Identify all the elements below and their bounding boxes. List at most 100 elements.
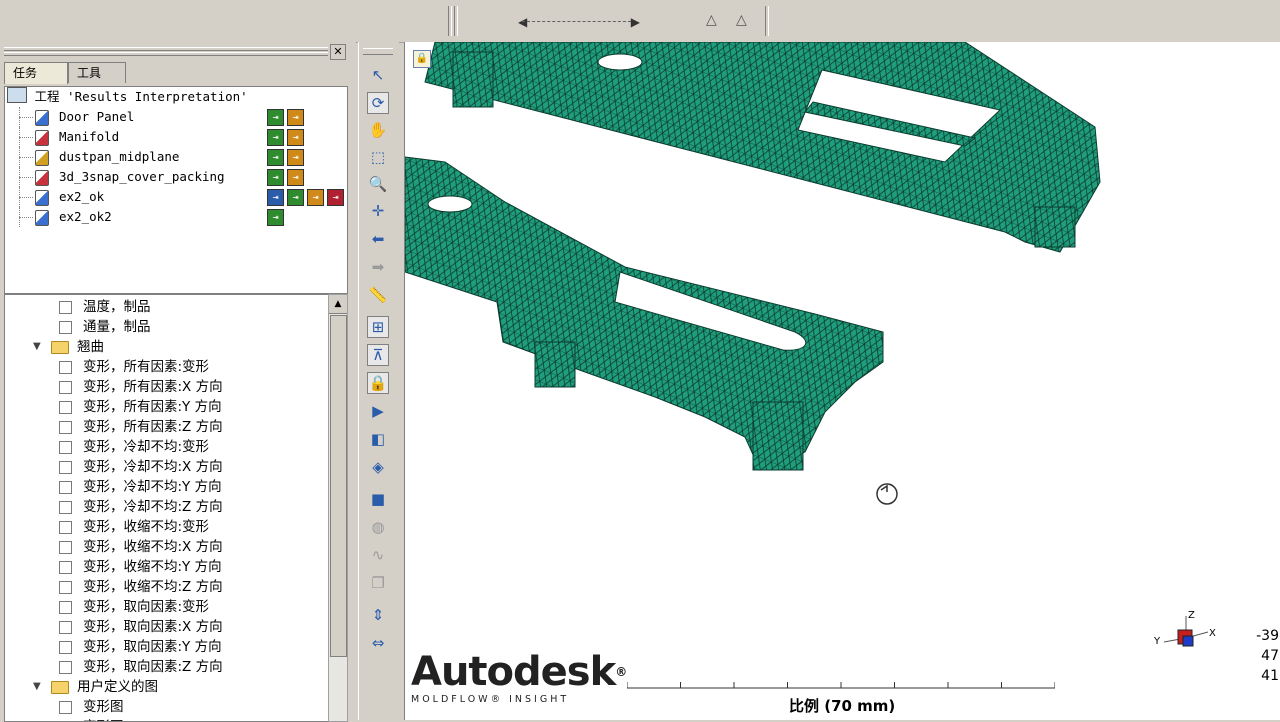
lock-view-icon[interactable]: 🔒 [367, 372, 389, 394]
tree-result-item[interactable]: 变形，冷却不均:Z 方向 [5, 497, 325, 517]
tree-result-item[interactable]: 变形，取向因素:Z 方向 [5, 657, 325, 677]
forward-arrow-icon[interactable]: ➡ [367, 256, 389, 278]
study-action-icon[interactable]: ⇥ [267, 149, 284, 166]
triangle-up-icon[interactable]: △ [706, 12, 717, 28]
result-checkbox[interactable] [59, 421, 72, 434]
tree-result-item[interactable]: 变形，取向因素:变形 [5, 597, 325, 617]
study-name: ex2_ok [59, 189, 105, 204]
tree-folder[interactable]: ▼ 翘曲 [5, 337, 325, 357]
cube-icon[interactable]: ■ [367, 488, 389, 510]
expand-caret-icon[interactable]: ▼ [33, 677, 41, 697]
split-h-icon[interactable]: ⇕ [367, 604, 389, 626]
result-checkbox[interactable] [59, 441, 72, 454]
result-checkbox[interactable] [59, 321, 72, 334]
tree-folder[interactable]: ▼ 用户定义的图 [5, 677, 325, 697]
animate-icon[interactable]: ▶ [367, 400, 389, 422]
tree-result-item[interactable]: 通量，制品 [5, 317, 325, 337]
result-checkbox[interactable] [59, 541, 72, 554]
project-study-item[interactable]: 3d_3snap_cover_packing ⇥ ⇥ [5, 167, 345, 187]
result-checkbox[interactable] [59, 461, 72, 474]
tree-result-item[interactable]: 变形，所有因素:变形 [5, 357, 325, 377]
split-v-icon[interactable]: ⇔ [367, 632, 389, 654]
copy-icon[interactable]: ❐ [367, 572, 389, 594]
animation-frame-slider[interactable]: ◀ ▶ [518, 12, 640, 32]
result-checkbox[interactable] [59, 701, 72, 714]
plot-icon[interactable]: ∿ [367, 544, 389, 566]
result-checkbox[interactable] [59, 481, 72, 494]
result-checkbox[interactable] [59, 581, 72, 594]
tree-result-item[interactable]: 变形，冷却不均:X 方向 [5, 457, 325, 477]
tree-result-item[interactable]: 变形，冷却不均:变形 [5, 437, 325, 457]
triangle-down-icon[interactable]: △ [736, 12, 747, 28]
slider-left-icon[interactable]: ◀ [518, 15, 527, 29]
tree-result-item[interactable]: 变形，所有因素:Y 方向 [5, 397, 325, 417]
tree-result-item[interactable]: 变形，收缩不均:变形 [5, 517, 325, 537]
pan-icon[interactable]: ✋ [367, 119, 389, 141]
result-checkbox[interactable] [59, 661, 72, 674]
tree-result-item[interactable]: 变形，收缩不均:Y 方向 [5, 557, 325, 577]
zoom-box-icon[interactable]: ⬚ [367, 146, 389, 168]
fit-icon[interactable]: ⊞ [367, 316, 389, 338]
model-viewport[interactable]: 🔒 Autodesk® MOLDFLOW® INSIGHT 比例 (70 mm)… [404, 42, 1280, 720]
tree-result-item[interactable]: 温度，制品 [5, 297, 325, 317]
center-icon[interactable]: ✛ [367, 200, 389, 222]
result-checkbox[interactable] [59, 621, 72, 634]
study-action-icon[interactable]: ⇥ [267, 169, 284, 186]
study-action-icon[interactable]: ⇥ [287, 149, 304, 166]
scroll-thumb[interactable] [330, 315, 347, 657]
lock-icon[interactable]: 🔒 [413, 50, 431, 68]
project-study-item[interactable]: Manifold ⇥ ⇥ [5, 127, 345, 147]
surface-icon[interactable]: ◍ [367, 516, 389, 538]
project-study-item[interactable]: ex2_ok2 ⇥ [5, 207, 345, 227]
tree-result-item[interactable]: 变形，收缩不均:X 方向 [5, 537, 325, 557]
project-study-item[interactable]: Door Panel ⇥ ⇥ [5, 107, 345, 127]
result-checkbox[interactable] [59, 561, 72, 574]
result-checkbox[interactable] [59, 361, 72, 374]
project-root[interactable]: 工程 'Results Interpretation' [7, 87, 248, 107]
tree-result-item[interactable]: 变形，所有因素:Z 方向 [5, 417, 325, 437]
result-checkbox[interactable] [59, 401, 72, 414]
study-action-icon[interactable]: ⇥ [307, 189, 324, 206]
query-icon[interactable]: ◧ [367, 428, 389, 450]
tree-item-label: 变形，取向因素:Y 方向 [83, 639, 222, 655]
tree-result-item[interactable]: 变形，所有因素:X 方向 [5, 377, 325, 397]
tree-scrollbar[interactable]: ▲ [328, 294, 348, 722]
tab-tasks[interactable]: 任务 [4, 62, 68, 84]
toolbar-grip[interactable] [363, 48, 393, 55]
study-action-icon[interactable]: ⇥ [287, 129, 304, 146]
study-action-icon[interactable]: ⇥ [287, 169, 304, 186]
result-checkbox[interactable] [59, 501, 72, 514]
study-action-icon[interactable]: ⇥ [267, 189, 284, 206]
scroll-up-icon[interactable]: ▲ [329, 295, 347, 314]
tree-item-label: 变形，收缩不均:变形 [83, 519, 210, 535]
close-icon[interactable]: ✕ [330, 44, 346, 60]
tab-tools[interactable]: 工具 [68, 62, 126, 83]
result-checkbox[interactable] [59, 641, 72, 654]
result-checkbox[interactable] [59, 381, 72, 394]
tree-result-item[interactable]: 变形，取向因素:X 方向 [5, 617, 325, 637]
study-action-icon[interactable]: ⇥ [267, 209, 284, 226]
measure-icon[interactable]: 📏 [367, 284, 389, 306]
study-action-icon[interactable]: ⇥ [287, 109, 304, 126]
study-action-icon[interactable]: ⇥ [267, 109, 284, 126]
project-study-item[interactable]: dustpan_midplane ⇥ ⇥ [5, 147, 345, 167]
tree-result-item[interactable]: 变形图 [5, 697, 325, 717]
expand-caret-icon[interactable]: ▼ [33, 337, 41, 357]
study-action-icon[interactable]: ⇥ [287, 189, 304, 206]
result-checkbox[interactable] [59, 521, 72, 534]
result-checkbox[interactable] [59, 601, 72, 614]
back-arrow-icon[interactable]: ⬅ [367, 228, 389, 250]
select-icon[interactable]: ↖ [367, 64, 389, 86]
perspective-icon[interactable]: ⊼ [367, 344, 389, 366]
section-icon[interactable]: ◈ [367, 456, 389, 478]
zoom-icon[interactable]: 🔍 [367, 173, 389, 195]
study-action-icon[interactable]: ⇥ [267, 129, 284, 146]
tree-result-item[interactable]: 变形，冷却不均:Y 方向 [5, 477, 325, 497]
tree-result-item[interactable]: 变形，收缩不均:Z 方向 [5, 577, 325, 597]
slider-right-icon[interactable]: ▶ [631, 15, 640, 29]
tree-result-item[interactable]: 变形，取向因素:Y 方向 [5, 637, 325, 657]
project-study-item[interactable]: ex2_ok ⇥ ⇥ ⇥ ⇥ [5, 187, 345, 207]
result-checkbox[interactable] [59, 301, 72, 314]
rotate-icon[interactable]: ⟳ [367, 92, 389, 114]
study-action-icon[interactable]: ⇥ [327, 189, 344, 206]
